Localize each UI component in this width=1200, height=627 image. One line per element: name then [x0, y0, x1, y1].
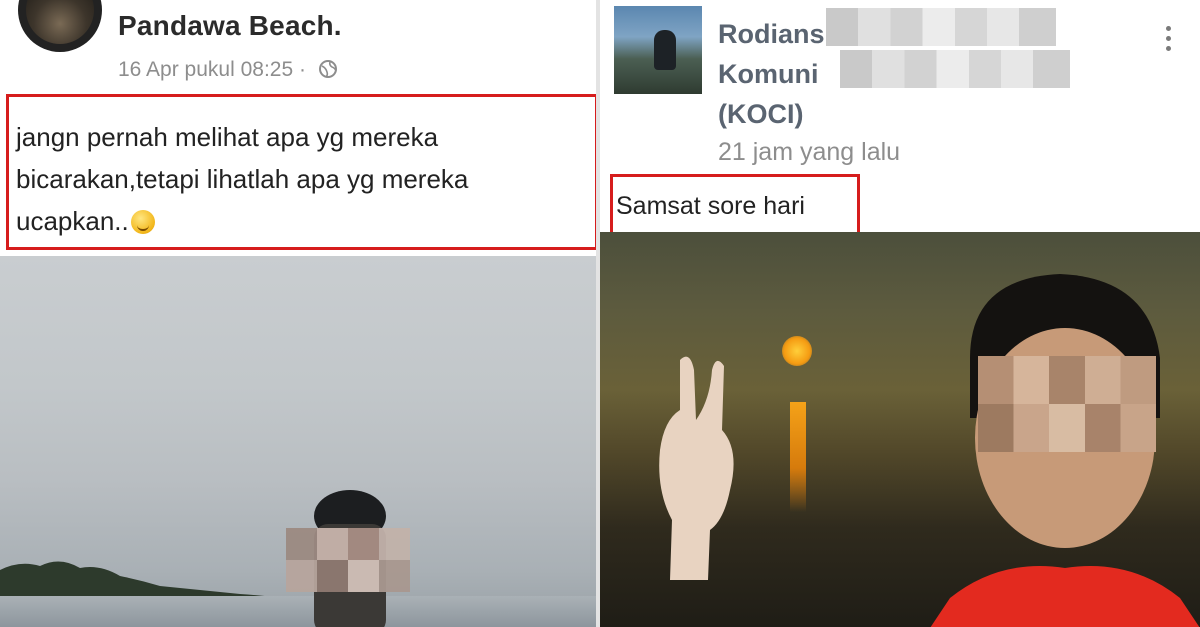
post-timestamp[interactable]: 16 Apr pukul 08:25 · [118, 58, 338, 82]
smirk-emoji-icon [130, 210, 155, 234]
kebab-menu-icon[interactable] [1166, 26, 1172, 54]
sun [782, 336, 812, 366]
right-post: Rodians Komuni (KOCI) 21 jam yang lalu S… [600, 0, 1200, 627]
hand-gesture [659, 356, 734, 580]
sunset-photo[interactable] [600, 232, 1200, 627]
timestamp-text: 16 Apr pukul 08:25 [118, 58, 294, 81]
caption-line: ucapkan.. [16, 200, 588, 242]
author-name[interactable]: Rodians Komuni (KOCI) [718, 14, 825, 134]
post-caption: Samsat sore hari [616, 192, 805, 220]
name-line: Rodians [718, 19, 825, 49]
name-line: (KOCI) [718, 99, 804, 129]
globe-icon [318, 60, 337, 78]
censored-name-block [840, 50, 1070, 88]
caption-line: bicarakan,tetapi lihatlah apa yg mereka [16, 164, 469, 194]
place-name[interactable]: Pandawa Beach. [118, 10, 342, 42]
name-line: Komuni [718, 59, 819, 89]
separator: · [298, 58, 306, 81]
left-post: Pandawa Beach. 16 Apr pukul 08:25 · jang… [0, 0, 600, 627]
sun-reflection [790, 402, 806, 512]
blurred-face [286, 528, 410, 592]
censored-name-block [826, 8, 1056, 46]
post-timestamp[interactable]: 21 jam yang lalu [718, 138, 900, 167]
profile-avatar[interactable] [614, 6, 702, 94]
blurred-face [978, 356, 1156, 452]
caption-line: jangn pernah melihat apa yg mereka [16, 122, 439, 152]
profile-avatar[interactable] [18, 0, 102, 52]
beach-photo[interactable] [0, 256, 600, 627]
post-caption: jangn pernah melihat apa yg mereka bicar… [16, 116, 588, 242]
